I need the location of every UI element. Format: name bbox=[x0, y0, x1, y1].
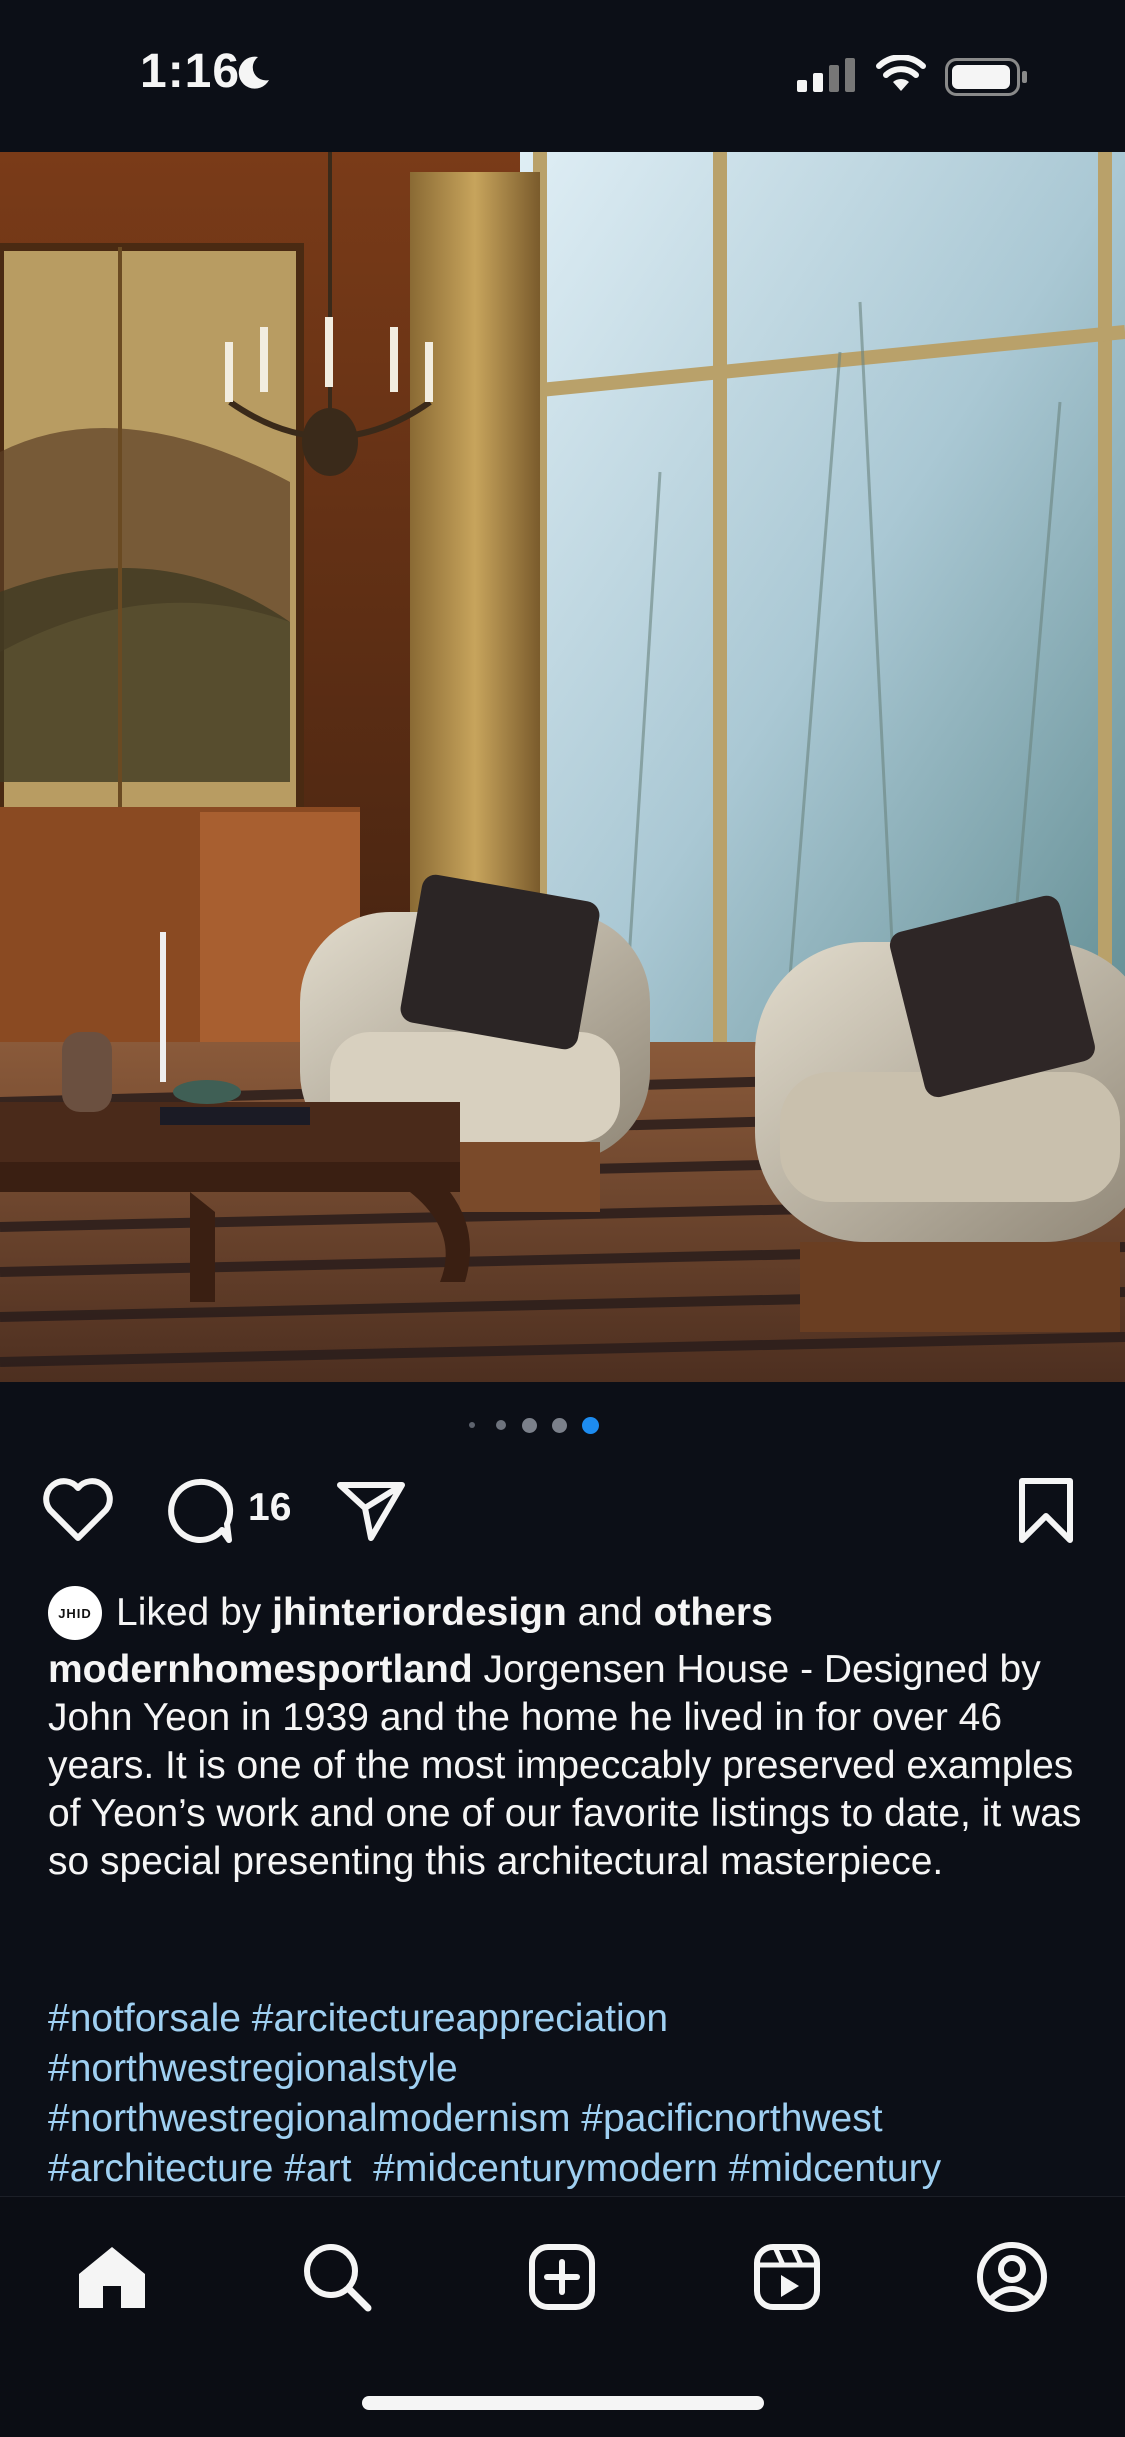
hashtag-line[interactable]: #notforsale #arcitectureappreciation bbox=[48, 1994, 1108, 2044]
hashtags: #notforsale #arcitectureappreciation #no… bbox=[48, 1994, 1108, 2194]
carousel-dot-active bbox=[582, 1417, 599, 1434]
tab-profile[interactable] bbox=[972, 2237, 1052, 2317]
home-indicator[interactable] bbox=[362, 2396, 764, 2410]
liked-by-user[interactable]: jhinteriordesign bbox=[272, 1591, 567, 1635]
liked-by[interactable]: JHID Liked by jhinteriordesign and other… bbox=[48, 1586, 773, 1640]
bookmark-icon[interactable] bbox=[1016, 1476, 1076, 1546]
post-caption: modernhomesportland Jorgensen House - De… bbox=[48, 1646, 1088, 1886]
search-icon bbox=[304, 2244, 372, 2312]
carousel-dot bbox=[552, 1418, 567, 1433]
liked-by-middle: and bbox=[566, 1591, 654, 1634]
caption-username[interactable]: modernhomesportland bbox=[48, 1648, 473, 1691]
carousel-indicator bbox=[0, 1416, 1125, 1436]
like-heart-icon[interactable] bbox=[42, 1478, 114, 1544]
hashtag-line[interactable]: #northwestregionalstyle bbox=[48, 2044, 1108, 2094]
tab-home[interactable] bbox=[72, 2237, 152, 2317]
hashtag-line[interactable]: #northwestregionalmodernism #pacificnort… bbox=[48, 2094, 1108, 2144]
carousel-dot bbox=[469, 1422, 475, 1428]
tab-reels[interactable] bbox=[747, 2237, 827, 2317]
wifi-icon bbox=[876, 55, 926, 91]
tab-create[interactable] bbox=[522, 2237, 602, 2317]
reels-icon bbox=[754, 2244, 820, 2310]
liked-by-others[interactable]: others bbox=[654, 1591, 773, 1635]
tab-search[interactable] bbox=[297, 2237, 377, 2317]
status-time: 1:16 bbox=[140, 45, 241, 98]
comment-count[interactable]: 16 bbox=[248, 1486, 291, 1530]
moon-icon bbox=[238, 56, 269, 89]
home-icon bbox=[79, 2247, 145, 2308]
liked-by-prefix: Liked by bbox=[116, 1591, 273, 1634]
share-send-icon[interactable] bbox=[335, 1478, 407, 1544]
liker-avatar[interactable]: JHID bbox=[48, 1586, 102, 1640]
battery-icon bbox=[945, 58, 1027, 96]
profile-icon bbox=[977, 2242, 1047, 2312]
hashtag-line[interactable]: #architecture #art #midcenturymodern #mi… bbox=[48, 2144, 1108, 2194]
carousel-dot bbox=[522, 1418, 537, 1433]
carousel-dot bbox=[496, 1420, 506, 1430]
signal-icon bbox=[797, 58, 855, 92]
comment-bubble-icon[interactable] bbox=[163, 1476, 235, 1546]
post-image-illustration bbox=[0, 152, 1125, 1382]
status-bar: 1:16 bbox=[0, 0, 1125, 150]
create-post-icon bbox=[529, 2244, 595, 2310]
post-image[interactable] bbox=[0, 152, 1125, 1382]
